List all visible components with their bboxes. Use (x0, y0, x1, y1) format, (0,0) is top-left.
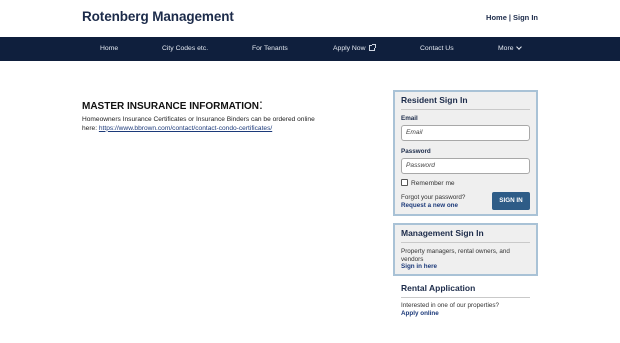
site-title[interactable]: Rotenberg Management (82, 9, 234, 24)
nav-item-more[interactable]: More (498, 37, 522, 61)
remember-me-checkbox[interactable] (401, 179, 408, 186)
nav-item-home[interactable]: Home (100, 37, 118, 61)
divider (401, 242, 530, 243)
top-links: Home | Sign In (486, 13, 538, 22)
main-nav: Home City Codes etc. For Tenants Apply N… (0, 37, 620, 61)
nav-item-contact-us[interactable]: Contact Us (420, 37, 454, 61)
password-field[interactable]: Password (401, 158, 530, 174)
rental-application-title: Rental Application (401, 283, 476, 293)
page-title: MASTER INSURANCE INFORMATION: (82, 96, 263, 112)
divider (401, 297, 530, 298)
insurance-info-text: Homeowners Insurance Certificates or Ins… (82, 116, 315, 132)
forgot-password-text: Forgot your password? (401, 194, 466, 201)
sign-in-button[interactable]: SIGN IN (492, 192, 530, 210)
apply-online-link[interactable]: Apply online (401, 310, 538, 317)
rental-application-description: Interested in one of our properties? (401, 302, 500, 309)
resident-signin-panel: Resident Sign In Email Email Password Pa… (393, 90, 538, 216)
resident-signin-title: Resident Sign In (401, 95, 468, 105)
remember-me[interactable]: Remember me (401, 179, 455, 187)
site-header: Rotenberg Management Home | Sign In (0, 0, 620, 37)
remember-me-label: Remember me (411, 180, 455, 187)
management-signin-title: Management Sign In (401, 228, 484, 238)
nav-item-for-tenants[interactable]: For Tenants (252, 37, 288, 61)
forgot-password: Forgot your password? Request a new one (401, 194, 465, 210)
management-signin-description: Property managers, rental owners, and ve… (401, 248, 510, 263)
external-link-icon (368, 44, 376, 51)
top-link-sign-in[interactable]: Sign In (513, 13, 538, 22)
nav-item-apply-now[interactable]: Apply Now (333, 37, 376, 61)
request-new-password-link[interactable]: Request a new one (401, 202, 465, 210)
email-field[interactable]: Email (401, 125, 530, 141)
insurance-certificates-link[interactable]: https://www.bbrown.com/contact/contact-c… (99, 125, 272, 132)
chevron-down-icon (515, 44, 522, 50)
management-signin-panel: Management Sign In Property managers, re… (393, 223, 538, 276)
password-label: Password (401, 148, 431, 155)
nav-item-city-codes[interactable]: City Codes etc. (162, 37, 208, 61)
divider (401, 109, 530, 110)
email-label: Email (401, 115, 418, 122)
management-signin-link[interactable]: Sign in here (401, 263, 437, 270)
top-link-home[interactable]: Home (486, 13, 507, 22)
rental-application-section: Rental Application Interested in one of … (393, 280, 538, 317)
